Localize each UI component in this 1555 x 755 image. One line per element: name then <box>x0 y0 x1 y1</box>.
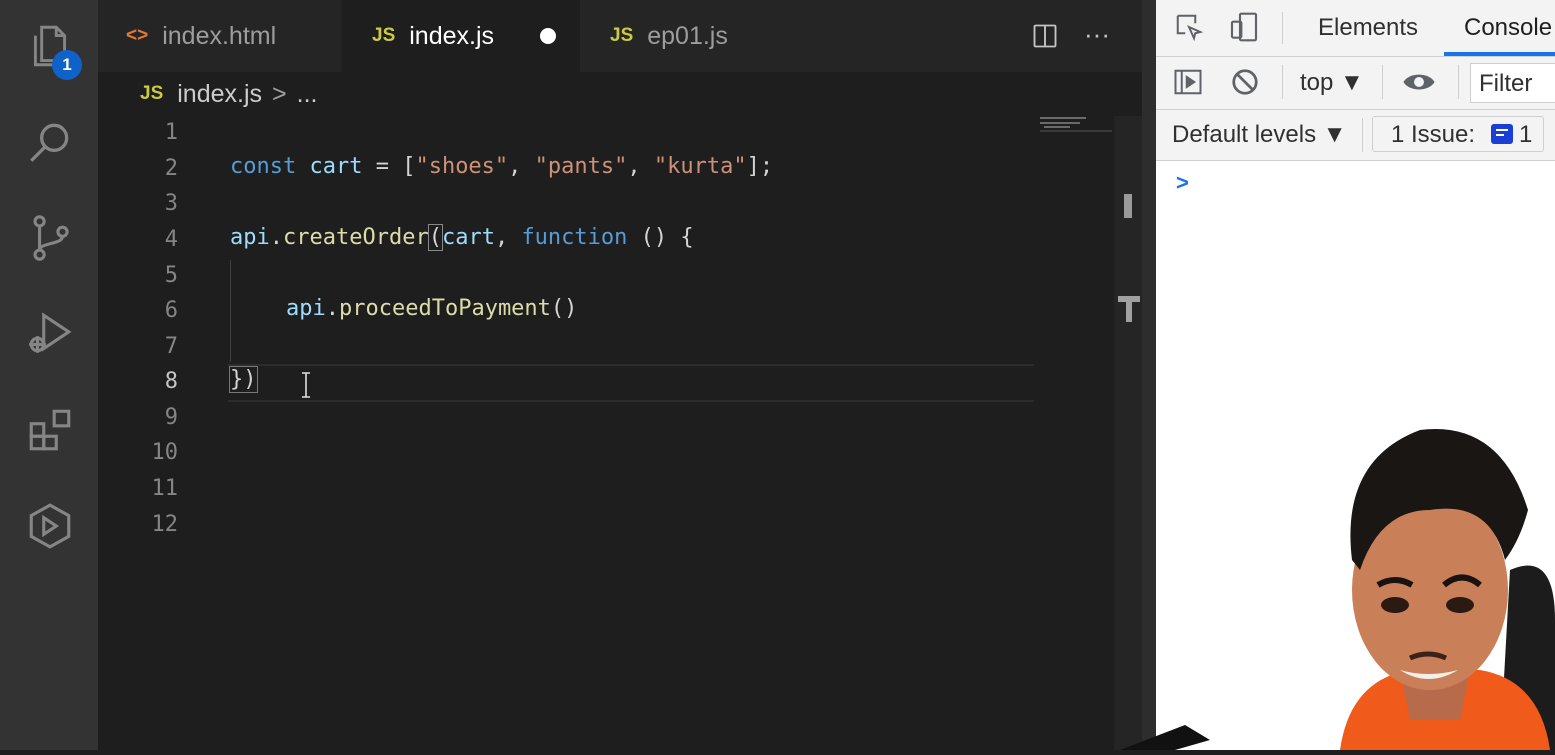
current-line-highlight <box>228 364 1034 402</box>
live-expression-eye-icon[interactable] <box>1402 69 1436 95</box>
toolbar-separator <box>1282 65 1283 99</box>
console-levels-bar: Default levels ▼ 1 Issue: 1 <box>1156 110 1555 161</box>
editor-tab-bar: <> index.html JS index.js JS ep01.js ··· <box>98 0 1142 72</box>
tab-elements[interactable]: Elements <box>1318 14 1418 42</box>
code-line-8: }) <box>229 366 258 393</box>
remote-explorer-icon[interactable] <box>22 498 78 554</box>
context-selector[interactable]: top ▼ <box>1300 69 1364 97</box>
presenter-webcam <box>1300 420 1555 750</box>
active-tab-indicator <box>1444 52 1555 56</box>
device-toolbar-icon[interactable] <box>1228 10 1260 44</box>
tab-ep01-js[interactable]: JS ep01.js <box>580 0 818 72</box>
js-file-icon: JS <box>140 83 164 104</box>
console-toolbar: top ▼ Filter <box>1156 57 1555 110</box>
editor-scrollbar[interactable] <box>1114 116 1142 750</box>
line-number: 7 <box>164 334 178 359</box>
inspect-element-icon[interactable] <box>1174 12 1204 42</box>
source-control-icon[interactable] <box>22 210 78 266</box>
breadcrumb-more[interactable]: ... <box>297 80 318 109</box>
tab-label: index.html <box>162 21 277 50</box>
issues-button[interactable]: 1 Issue: 1 <box>1372 116 1544 152</box>
line-number: 6 <box>164 298 178 323</box>
scrollbar-thumb[interactable] <box>1124 194 1132 218</box>
line-number: 4 <box>164 227 178 252</box>
run-debug-icon[interactable] <box>22 306 78 362</box>
line-number: 11 <box>151 476 179 501</box>
toolbar-separator <box>1362 118 1363 152</box>
microphone <box>1115 710 1215 750</box>
scrollbar-marker <box>1126 302 1132 322</box>
indent-guide <box>230 260 231 362</box>
line-number: 12 <box>151 512 179 537</box>
code-line-2: const cart = ["shoes", "pants", "kurta"]… <box>230 154 774 179</box>
line-number-current: 8 <box>164 369 178 394</box>
split-editor-icon[interactable] <box>1030 22 1060 50</box>
activity-bar: 1 <box>0 0 98 750</box>
tab-label: index.js <box>409 21 495 50</box>
text-cursor-icon <box>300 372 312 398</box>
toolbar-separator <box>1282 12 1283 44</box>
breadcrumb: JS index.js > ... <box>98 72 1142 116</box>
explorer-badge: 1 <box>52 50 82 80</box>
code-line-4: api.createOrder(cart, function () { <box>230 224 694 251</box>
more-actions-icon[interactable]: ··· <box>1082 21 1112 50</box>
js-file-icon: JS <box>372 25 396 46</box>
minimap-line <box>1040 122 1080 124</box>
line-number: 2 <box>164 156 178 181</box>
line-number: 5 <box>164 263 178 288</box>
window-divider <box>1142 0 1156 750</box>
tab-console[interactable]: Console <box>1464 14 1552 42</box>
clear-console-icon[interactable] <box>1230 67 1260 97</box>
js-file-icon: JS <box>610 25 634 46</box>
filter-input[interactable]: Filter <box>1470 63 1555 103</box>
breadcrumb-file[interactable]: index.js <box>177 80 262 109</box>
code-line-6: api.proceedToPayment() <box>286 296 578 321</box>
search-icon[interactable] <box>22 114 78 170</box>
unsaved-dot-icon[interactable] <box>540 28 556 44</box>
minimap-viewport <box>1040 130 1112 132</box>
issue-message-icon <box>1491 124 1513 144</box>
tab-index-html[interactable]: <> index.html <box>98 0 342 72</box>
sidebar-toggle-icon[interactable] <box>1172 67 1204 97</box>
console-prompt[interactable]: > <box>1176 170 1189 196</box>
line-number: 3 <box>164 191 178 216</box>
tab-label: ep01.js <box>647 21 728 50</box>
line-number: 9 <box>164 405 178 430</box>
toolbar-separator <box>1382 65 1383 99</box>
minimap-line <box>1044 126 1070 128</box>
minimap-line <box>1040 117 1086 119</box>
line-number: 1 <box>164 120 178 145</box>
toolbar-separator <box>1458 65 1459 99</box>
extensions-icon[interactable] <box>22 402 78 458</box>
tab-index-js[interactable]: JS index.js <box>342 0 580 72</box>
chevron-right-icon: > <box>272 79 287 108</box>
html-file-icon: <> <box>126 25 149 46</box>
line-number: 10 <box>151 440 179 465</box>
log-levels-dropdown[interactable]: Default levels ▼ <box>1172 121 1347 149</box>
code-editor[interactable]: 1 2 3 4 5 6 7 8 9 10 11 12 const cart = … <box>98 116 1114 750</box>
devtools-tab-bar: Elements Console <box>1156 0 1555 57</box>
